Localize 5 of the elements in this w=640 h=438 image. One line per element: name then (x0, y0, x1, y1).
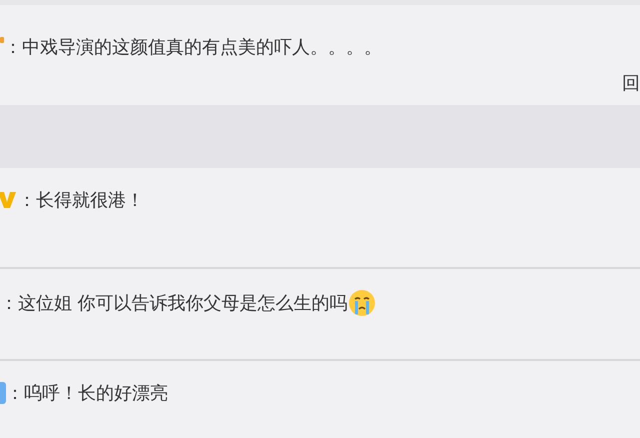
reply-link[interactable]: 回 (622, 71, 640, 95)
comment-text: ：呜呼！长的好漂亮 (6, 382, 168, 405)
comment-text: ：这位姐 你可以告诉我你父母是怎么生的吗 (0, 292, 348, 315)
post-text: ：中戏导演的这颜值真的有点美的吓人。。。。 (4, 36, 382, 59)
comment-text: ：长得就很港！ (18, 189, 144, 212)
